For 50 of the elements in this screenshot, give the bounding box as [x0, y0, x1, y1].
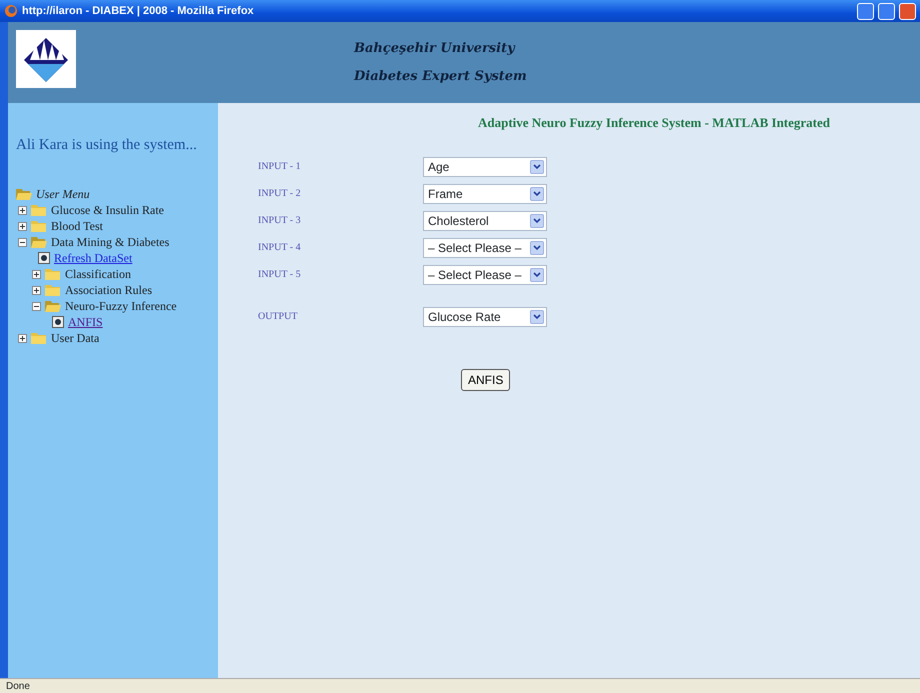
- field-label: OUTPUT: [258, 310, 298, 324]
- header-text: Bahçeşehir University: [354, 40, 516, 58]
- expand-icon[interactable]: [18, 334, 27, 342]
- menu-item[interactable]: Neuro-Fuzzy Inference: [65, 297, 177, 315]
- dropdown[interactable]: Cholesterol: [423, 210, 547, 230]
- field-label: INPUT - 5: [258, 268, 302, 282]
- open-folder-icon: [45, 300, 61, 312]
- menu-item[interactable]: User Data: [51, 329, 100, 347]
- anfis-button[interactable]: ANFIS: [461, 369, 510, 391]
- dropdown[interactable]: Glucose Rate: [423, 306, 547, 326]
- page-icon: [38, 252, 50, 264]
- folder-icon: [45, 268, 61, 280]
- open-folder-icon: [31, 236, 47, 248]
- logo-icon: [16, 30, 76, 88]
- dropdown[interactable]: – Select Please –: [423, 238, 547, 258]
- menu-link[interactable]: ANFIS: [68, 313, 103, 331]
- folder-icon: [31, 220, 47, 232]
- folder-icon: [45, 284, 61, 296]
- browser-icon: [4, 4, 18, 18]
- folder-icon: [31, 204, 47, 216]
- field-label: INPUT - 3: [258, 214, 302, 228]
- menu-item[interactable]: Glucose & Insulin Rate: [51, 201, 164, 219]
- menu-item[interactable]: Classification: [65, 265, 131, 283]
- expand-icon[interactable]: [32, 286, 41, 294]
- dropdown[interactable]: Frame: [423, 184, 547, 204]
- minimize-button[interactable]: [857, 2, 874, 20]
- field-label: INPUT - 4: [258, 241, 302, 255]
- field-label: INPUT - 2: [258, 187, 302, 201]
- menu-link[interactable]: Refresh DataSet: [54, 249, 132, 267]
- menu-item[interactable]: Data Mining & Diabetes: [51, 233, 170, 251]
- user-status-text: Ali Kara is using the system...: [16, 136, 198, 155]
- page-title: Adaptive Neuro Fuzzy Inference System - MATLAB Integrated: [478, 115, 830, 130]
- dropdown[interactable]: Age: [423, 156, 547, 176]
- menu-root-label: User Menu: [36, 186, 90, 203]
- menu-item[interactable]: Association Rules: [65, 281, 152, 299]
- window-title: http://ilaron - DIABEX | 2008 - Mozilla Firefox: [22, 4, 254, 19]
- maximize-button[interactable]: [878, 2, 895, 20]
- menu-item[interactable]: Blood Test: [51, 217, 103, 235]
- close-button[interactable]: [899, 2, 916, 20]
- dropdown[interactable]: – Select Please –: [423, 264, 547, 284]
- collapse-icon[interactable]: [32, 302, 41, 310]
- expand-icon[interactable]: [32, 270, 41, 278]
- collapse-icon[interactable]: [18, 238, 27, 246]
- field-label: INPUT - 1: [258, 160, 302, 174]
- expand-icon[interactable]: [18, 222, 27, 230]
- header-text: Diabetes Expert System: [354, 68, 527, 86]
- page-icon: [52, 316, 64, 328]
- status-text: Done: [6, 680, 30, 693]
- expand-icon[interactable]: [18, 206, 27, 214]
- folder-icon: [31, 332, 47, 344]
